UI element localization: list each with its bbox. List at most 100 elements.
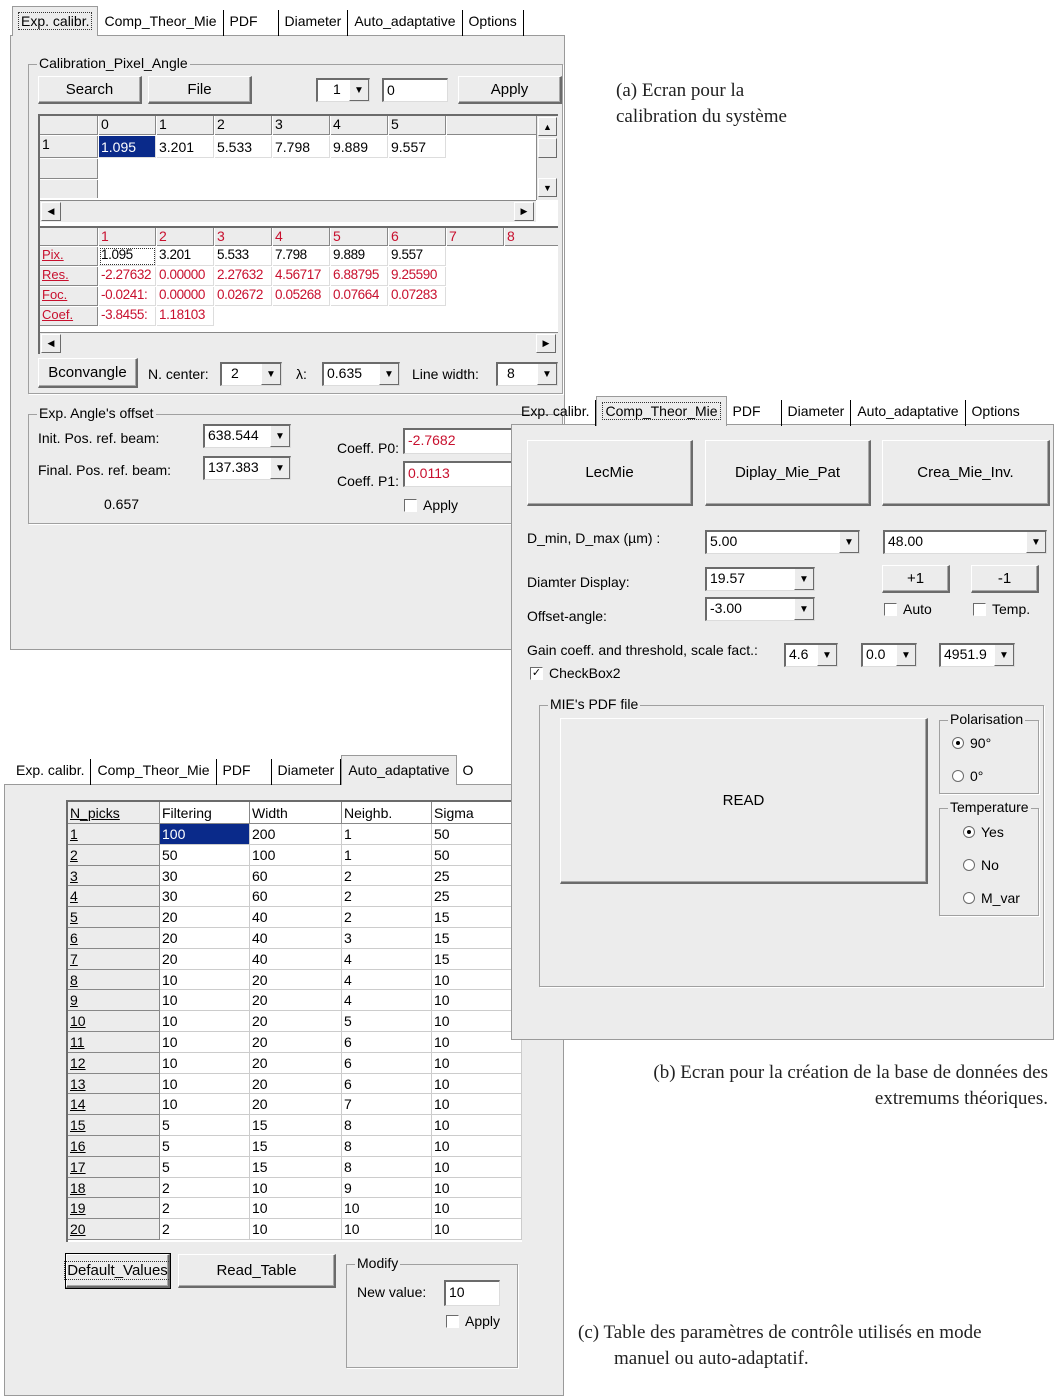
table-cell[interactable]: 5 [342,1011,432,1032]
dmax-combo[interactable]: 48.00 ▼ [883,530,1047,554]
table-cell[interactable]: 15 [250,1156,342,1178]
tab-diameter[interactable]: Diameter [279,10,349,36]
grid2-hscroll[interactable]: ◀ ▶ [40,332,558,354]
chevron-down-icon[interactable]: ▼ [379,364,399,385]
grid2-cell[interactable]: 0.00000 [157,287,214,306]
table-cell[interactable]: 60 [250,865,342,887]
scroll-right-icon[interactable]: ▶ [514,202,534,221]
table-cell[interactable]: 8 [342,1156,432,1178]
pol-0-radio[interactable]: 0° [952,768,983,784]
threshold-combo[interactable]: 0.0 ▼ [861,643,917,667]
grid2-cell[interactable]: 5.533 [215,247,272,266]
table-cell[interactable]: 6 [342,1032,432,1053]
tab-auto-adaptative[interactable]: Auto_adaptative [851,400,966,426]
radio-icon[interactable] [963,892,975,904]
table-cell[interactable]: 10 [432,1094,522,1116]
pol-90-radio[interactable]: 90° [952,735,991,751]
table-cell[interactable]: 40 [250,928,342,949]
table-cell[interactable]: 4 [342,990,432,1012]
grid1-cell[interactable]: 7.798 [273,136,330,158]
grid1-hscroll[interactable]: ◀ ▶ [40,200,536,222]
table-cell[interactable]: 8 [342,1115,432,1136]
tab-pdf[interactable]: PDF [217,759,272,785]
calibration-grid-2[interactable]: 12345678 Pix. 1.095 3.201 5.533 7.798 9.889 9.… [38,226,558,354]
default-values-button[interactable]: Default_Values [64,1253,171,1289]
table-cell[interactable]: 20 [250,1052,342,1074]
table-cell[interactable]: 5 [160,1136,250,1157]
table-cell[interactable]: 5 [160,1156,250,1178]
table-cell[interactable]: 30 [160,886,250,908]
table-cell[interactable]: 20 [250,969,342,991]
chevron-down-icon[interactable]: ▼ [896,645,916,666]
table-cell[interactable]: 2 [342,907,432,928]
auto-checkbox[interactable]: Auto [884,601,932,617]
table-cell[interactable]: 4 [342,969,432,991]
grid2-cell[interactable]: 2.27632 [215,267,272,286]
grid2-cell[interactable]: -3.8455: [99,307,156,326]
table-cell[interactable]: 1 [342,844,432,866]
grid2-cell[interactable]: 0.07664 [331,287,388,306]
table-cell[interactable]: 20 [160,948,250,970]
chevron-down-icon[interactable]: ▼ [817,645,837,666]
tab-diameter[interactable]: Diameter [782,400,852,426]
table-cell[interactable]: 10 [432,1115,522,1136]
table-cell[interactable]: 6 [342,1052,432,1074]
table-cell[interactable]: 20 [160,928,250,949]
radio-icon[interactable] [963,859,975,871]
lambda-combo[interactable]: 0.635 ▼ [322,362,400,386]
file-button[interactable]: File [148,76,252,104]
grid2-cell[interactable]: 9.557 [389,247,446,266]
plus-one-button[interactable]: +1 [882,565,950,593]
chevron-down-icon[interactable]: ▼ [270,458,290,479]
table-cell[interactable]: 100 [250,844,342,866]
table-cell[interactable]: 25 [432,865,522,887]
grid2-cell[interactable]: 0.05268 [273,287,330,306]
scroll-left-icon[interactable]: ◀ [41,202,61,221]
chevron-down-icon[interactable]: ▼ [794,569,814,590]
tab-comp-theor-mie[interactable]: Comp_Theor_Mie [596,396,727,426]
temp-mvar-radio[interactable]: M_var [963,890,1020,906]
chevron-down-icon[interactable]: ▼ [1026,532,1046,553]
table-cell[interactable]: 10 [160,1052,250,1074]
chevron-down-icon[interactable]: ▼ [349,80,369,101]
dmin-combo[interactable]: 5.00 ▼ [705,530,860,554]
table-cell[interactable]: 10 [160,1094,250,1116]
table-cell[interactable]: 40 [250,907,342,928]
table-cell[interactable]: 10 [432,1073,522,1095]
display-mie-pattern-button[interactable]: Diplay_Mie_Pat [705,440,871,506]
coeff-p1-field[interactable]: 0.0113 [403,461,513,487]
radio-icon[interactable] [952,770,964,782]
table-cell[interactable]: 60 [250,886,342,908]
bconvangle-button[interactable]: Bconvangle [38,358,138,388]
tab-auto-adaptative[interactable]: Auto_adaptative [348,10,463,36]
tab-pdf[interactable]: PDF [727,400,782,426]
table-cell[interactable]: 7 [342,1094,432,1116]
tab-exp-calibr[interactable]: Exp. calibr. [515,400,597,426]
tab-exp-calibr[interactable]: Exp. calibr. [10,759,92,785]
table-cell[interactable]: 15 [432,928,522,949]
diameter-display-combo[interactable]: 19.57 ▼ [705,567,815,591]
table-cell[interactable]: 15 [250,1136,342,1157]
table-cell[interactable]: 10 [160,969,250,991]
tab-exp-calibr[interactable]: Exp. calibr. [12,6,99,36]
tab-options[interactable]: O [457,759,480,785]
table-cell[interactable]: 10 [432,990,522,1012]
chevron-down-icon[interactable]: ▼ [270,426,290,447]
coeff-p0-field[interactable]: -2.7682 [403,428,513,454]
scroll-right-icon[interactable]: ▶ [536,334,556,353]
tab-pdf[interactable]: PDF [224,10,279,36]
table-cell[interactable]: 2 [160,1177,250,1199]
table-cell[interactable]: 10 [160,1011,250,1032]
tab-options[interactable]: Options [463,10,524,36]
radio-selected-icon[interactable] [952,737,964,749]
grid2-cell[interactable]: 7.798 [273,247,330,266]
grid2-cell[interactable]: 0.02672 [215,287,272,306]
table-cell[interactable]: 20 [250,1094,342,1116]
scroll-thumb[interactable] [538,138,557,158]
grid2-cell[interactable]: 9.25590 [389,267,446,286]
table-cell[interactable]: 15 [250,1115,342,1136]
table-cell[interactable]: 10 [342,1219,432,1240]
calibration-grid-1[interactable]: 012345 1 1.095 3.201 5.533 7.798 9.889 9.557 … [38,114,558,226]
modify-apply-checkbox[interactable]: Apply [446,1313,500,1329]
table-cell[interactable]: 10 [432,1052,522,1074]
